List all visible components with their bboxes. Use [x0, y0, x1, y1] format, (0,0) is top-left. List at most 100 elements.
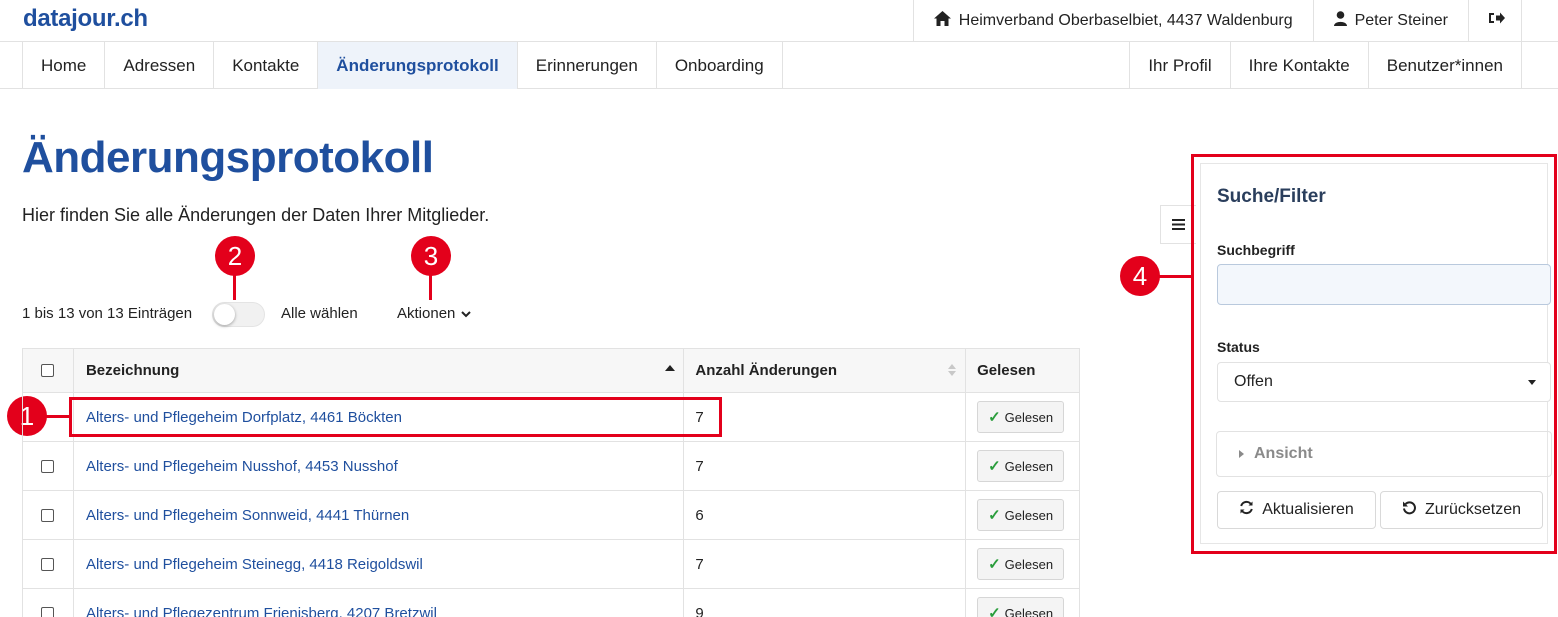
refresh-icon [1239, 500, 1254, 520]
select-all-toggle[interactable] [212, 302, 265, 327]
page-intro: Hier finden Sie alle Änderungen der Date… [22, 205, 490, 225]
row-check-cell [23, 540, 74, 588]
nav-item-aenderungsprotokoll[interactable]: Änderungsprotokoll [318, 42, 518, 89]
row-check-cell [23, 491, 74, 539]
top-bar: datajour.ch Heimverband Oberbaselbiet, 4… [0, 0, 1558, 42]
header-name[interactable]: Bezeichnung [74, 349, 685, 392]
marker-2-line [233, 274, 236, 300]
organisation-label: Heimverband Oberbaselbiet, 4437 Waldenbu… [958, 11, 1293, 29]
check-icon: ✓ [988, 409, 1001, 426]
undo-icon [1402, 500, 1417, 520]
row-name-cell: Alters- und Pflegeheim Nusshof, 4453 Nus… [74, 442, 685, 490]
nav-item-kontakte[interactable]: Kontakte [214, 42, 319, 89]
mark-read-button[interactable]: ✓ Gelesen [977, 499, 1065, 531]
status-select[interactable]: Offen [1217, 362, 1551, 402]
marker-2: 2 [215, 236, 255, 276]
row-name-link[interactable]: Alters- und Pflegezentrum Frienisberg, 4… [86, 605, 437, 617]
user-name: Peter Steiner [1354, 11, 1448, 29]
header-count-label: Anzahl Änderungen [695, 362, 838, 379]
marker-3: 3 [411, 236, 451, 276]
view-accordion[interactable]: Ansicht [1216, 431, 1552, 477]
row-name-link[interactable]: Alters- und Pflegeheim Nusshof, 4453 Nus… [86, 458, 398, 475]
row-checkbox[interactable] [41, 459, 55, 473]
search-input[interactable] [1217, 264, 1551, 305]
row-count: 7 [684, 540, 967, 588]
select-all-checkbox[interactable] [41, 364, 55, 377]
nav-item-home[interactable]: Home [23, 42, 106, 89]
entries-count: 1 bis 13 von 13 Einträgen [22, 305, 193, 322]
check-icon: ✓ [988, 556, 1001, 573]
row-name-link[interactable]: Alters- und Pflegeheim Sonnweid, 4441 Th… [86, 507, 409, 524]
table-row: Alters- und Pflegezentrum Frienisberg, 4… [23, 589, 1079, 617]
row-checkbox[interactable] [41, 557, 55, 571]
changes-table: Bezeichnung Anzahl Änderungen Gelesen Al… [22, 348, 1080, 617]
logout-icon [1489, 11, 1505, 30]
mark-read-button[interactable]: ✓ Gelesen [977, 401, 1065, 433]
mark-read-label: Gelesen [1004, 507, 1054, 523]
mark-read-label: Gelesen [1004, 458, 1054, 474]
nav-right: Ihr Profil Ihre Kontakte Benutzer*innen [1129, 42, 1522, 89]
main-nav: Home Adressen Kontakte Änderungsprotokol… [0, 42, 1558, 89]
row-read-cell: ✓ Gelesen [966, 491, 1079, 539]
nav-item-profil[interactable]: Ihr Profil [1130, 42, 1231, 89]
nav-item-benutzer[interactable]: Benutzer*innen [1369, 42, 1522, 89]
row-checkbox[interactable] [41, 508, 55, 522]
row-read-cell: ✓ Gelesen [966, 589, 1079, 617]
caret-down-icon [1528, 380, 1536, 385]
toggle-knob [214, 304, 235, 325]
row-read-cell: ✓ Gelesen [966, 393, 1079, 441]
chevron-down-icon [461, 305, 472, 322]
home-icon [933, 10, 951, 31]
nav-item-erinnerungen[interactable]: Erinnerungen [518, 42, 657, 89]
refresh-button[interactable]: Aktualisieren [1217, 491, 1376, 529]
row-check-cell [23, 393, 74, 441]
select-all-label[interactable]: Alle wählen [281, 305, 358, 322]
row-name-cell: Alters- und Pflegeheim Sonnweid, 4441 Th… [74, 491, 685, 539]
nav-item-adressen[interactable]: Adressen [105, 42, 215, 89]
organisation-link[interactable]: Heimverband Oberbaselbiet, 4437 Waldenbu… [914, 0, 1314, 41]
table-row: Alters- und Pflegeheim Nusshof, 4453 Nus… [23, 442, 1079, 491]
mark-read-button[interactable]: ✓ Gelesen [977, 450, 1065, 482]
view-label: Ansicht [1254, 445, 1313, 462]
header-count[interactable]: Anzahl Änderungen [684, 349, 967, 392]
nav-item-onboarding[interactable]: Onboarding [657, 42, 783, 89]
status-value: Offen [1234, 373, 1273, 390]
page-title: Änderungsprotokoll [22, 133, 434, 182]
mark-read-label: Gelesen [1004, 409, 1054, 425]
logo[interactable]: datajour.ch [23, 5, 148, 33]
top-right-menu: Heimverband Oberbaselbiet, 4437 Waldenbu… [912, 0, 1522, 41]
marker-3-line [429, 274, 432, 300]
status-label: Status [1217, 339, 1260, 355]
row-count: 9 [684, 589, 967, 617]
table-header: Bezeichnung Anzahl Änderungen Gelesen [23, 349, 1079, 393]
row-checkbox[interactable] [41, 606, 55, 617]
row-name-cell: Alters- und Pflegezentrum Frienisberg, 4… [74, 589, 685, 617]
mark-read-button[interactable]: ✓ Gelesen [977, 597, 1065, 617]
logout-button[interactable] [1469, 0, 1522, 41]
check-icon: ✓ [988, 458, 1001, 475]
user-icon [1333, 10, 1347, 31]
menu-icon [1172, 214, 1185, 235]
reset-button[interactable]: Zurücksetzen [1380, 491, 1543, 529]
caret-right-icon [1239, 450, 1244, 458]
row-count: 6 [684, 491, 967, 539]
row-count: 7 [684, 442, 967, 490]
marker-4: 4 [1120, 256, 1160, 296]
mark-read-button[interactable]: ✓ Gelesen [977, 548, 1065, 580]
actions-label: Aktionen [397, 305, 456, 322]
actions-dropdown[interactable]: Aktionen [397, 305, 472, 322]
row-read-cell: ✓ Gelesen [966, 540, 1079, 588]
row-count: 7 [684, 393, 967, 441]
filter-panel: Suche/Filter Suchbegriff Status Offen An… [1200, 163, 1552, 544]
user-menu[interactable]: Peter Steiner [1314, 0, 1469, 41]
check-icon: ✓ [988, 507, 1001, 524]
row-check-cell [23, 442, 74, 490]
nav-item-ihre-kontakte[interactable]: Ihre Kontakte [1231, 42, 1369, 89]
highlight-row-1 [69, 397, 722, 437]
header-check-cell [23, 349, 74, 392]
sort-asc-icon [665, 365, 676, 371]
row-name-link[interactable]: Alters- und Pflegeheim Steinegg, 4418 Re… [86, 556, 423, 573]
header-name-label: Bezeichnung [85, 362, 180, 379]
check-icon: ✓ [988, 605, 1001, 617]
filter-title: Suche/Filter [1217, 186, 1326, 207]
